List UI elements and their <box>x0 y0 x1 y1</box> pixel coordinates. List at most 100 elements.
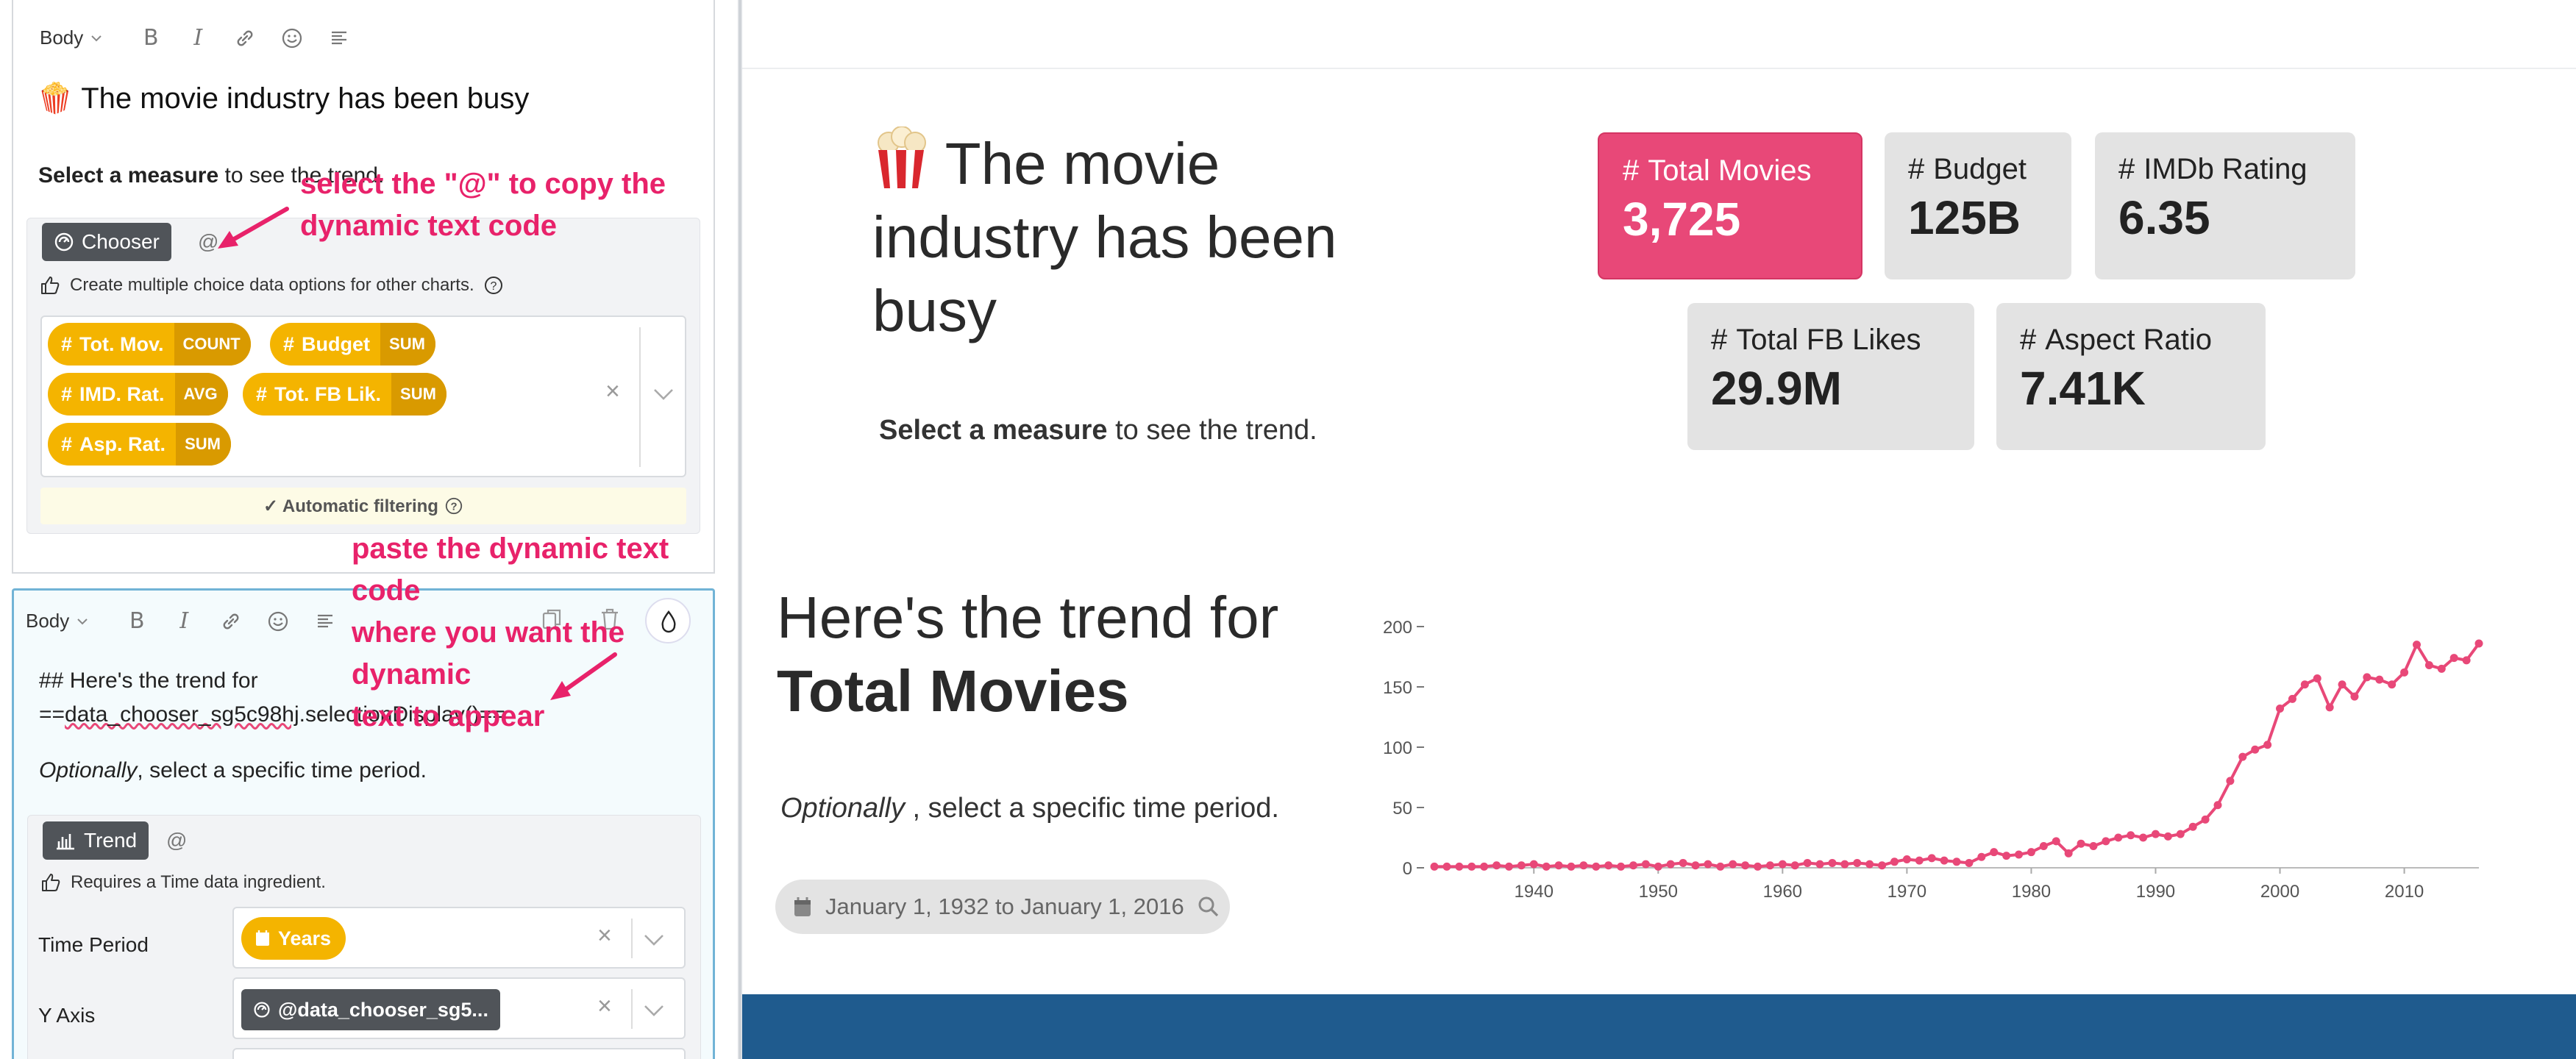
chooser-hint-text: Create multiple choice data options for … <box>70 275 474 295</box>
data-point <box>1492 861 1501 870</box>
kpi-value: 3,725 <box>1623 193 1741 246</box>
align-button[interactable] <box>316 29 363 48</box>
data-point <box>2102 837 2110 846</box>
data-point <box>2064 849 2073 857</box>
measure-pill[interactable]: # Tot. FB Lik. SUM <box>243 373 446 416</box>
data-point <box>1666 860 1675 869</box>
clear-icon[interactable]: × <box>605 377 620 406</box>
copy-code-at-button[interactable]: @ <box>166 829 187 852</box>
time-period-pill[interactable]: Years <box>241 917 346 960</box>
kpi-label: IMDb Rating <box>2143 153 2308 185</box>
text-style-label: Body <box>40 26 84 49</box>
data-point <box>2263 741 2272 749</box>
emoji-button[interactable] <box>268 27 316 49</box>
help-icon[interactable]: ? <box>483 275 504 296</box>
select-divider <box>639 327 641 467</box>
italic-button[interactable]: I <box>174 25 221 51</box>
kpi-label: Total Movies <box>1648 154 1812 187</box>
trend-chip[interactable]: Trend <box>43 821 149 860</box>
chevron-down-icon[interactable] <box>652 388 675 401</box>
link-button[interactable] <box>207 610 255 632</box>
data-point <box>2474 639 2483 648</box>
chevron-down-icon[interactable] <box>643 1004 665 1017</box>
editor-panel: Body B I 🍿 The movie industry has been b… <box>0 0 738 1059</box>
chevron-down-icon[interactable] <box>643 933 665 946</box>
kpi-card-total-movies[interactable]: # Total Movies 3,725 <box>1598 132 1862 279</box>
data-point <box>1902 855 1911 864</box>
align-button[interactable] <box>302 612 349 631</box>
bold-button[interactable]: B <box>113 608 160 634</box>
x-tick-label: 1970 <box>1887 882 1926 902</box>
clear-icon[interactable]: × <box>597 992 612 1021</box>
data-point <box>1890 857 1899 866</box>
data-point <box>1517 861 1526 870</box>
panel-divider[interactable] <box>738 0 742 1059</box>
data-point <box>1542 862 1551 871</box>
data-point <box>1467 862 1476 871</box>
annotation-copy: select the "@" to copy the dynamic text … <box>300 168 666 242</box>
chooser-icon <box>254 1002 270 1018</box>
kpi-value: 7.41K <box>2020 362 2146 415</box>
kpi-card-aspect-ratio[interactable]: # Aspect Ratio 7.41K <box>1996 303 2266 450</box>
data-point <box>2039 841 2048 850</box>
editor-block-chooser[interactable]: Body B I 🍿 The movie industry has been b… <box>12 0 715 574</box>
kpi-card-total-fb-likes[interactable]: # Total FB Likes 29.9M <box>1687 303 1974 450</box>
data-point <box>2412 641 2421 649</box>
clear-icon[interactable]: × <box>597 921 612 950</box>
data-point <box>1765 861 1774 870</box>
search-icon[interactable] <box>1198 896 1220 918</box>
emoji-button[interactable] <box>255 610 302 632</box>
bold-icon: B <box>143 25 159 51</box>
chevron-down-icon <box>77 618 88 624</box>
x-tick-label: 2010 <box>2385 882 2424 902</box>
y-axis-chip[interactable]: @data_chooser_sg5... <box>241 989 500 1030</box>
link-button[interactable] <box>221 27 268 49</box>
data-point <box>2449 654 2458 663</box>
data-point <box>2363 673 2372 682</box>
y-axis-select[interactable]: @data_chooser_sg5... × <box>232 977 686 1039</box>
data-point <box>1778 860 1787 869</box>
automatic-filtering-label: ✓ Automatic filtering <box>263 496 438 516</box>
series-line <box>1434 642 2480 869</box>
italic-button[interactable]: I <box>160 608 207 634</box>
text-style-dropdown[interactable]: Body <box>26 610 88 632</box>
hash-icon: # <box>1908 153 1925 185</box>
data-point <box>2027 848 2035 857</box>
data-point <box>1629 861 1637 870</box>
annotation-paste: paste the dynamic text code where you wa… <box>352 532 669 732</box>
paragraph-bold: Select a measure <box>38 163 219 188</box>
data-point <box>1940 856 1949 865</box>
measure-pill[interactable]: # Budget SUM <box>270 323 435 366</box>
data-point <box>1430 862 1439 871</box>
next-field-select[interactable] <box>232 1048 686 1059</box>
bold-button[interactable]: B <box>127 25 174 51</box>
hash-icon: # <box>2020 324 2037 356</box>
data-point <box>1654 862 1662 871</box>
italic-icon: I <box>179 608 189 634</box>
data-point <box>2325 703 2334 712</box>
data-point <box>1803 858 1812 867</box>
data-point <box>2400 668 2409 677</box>
time-period-select[interactable]: Years × <box>232 907 686 969</box>
measure-pill[interactable]: # Asp. Rat. SUM <box>48 423 231 466</box>
date-range-filter[interactable]: January 1, 1932 to January 1, 2016 <box>775 880 1230 934</box>
data-point <box>2300 680 2309 689</box>
text-style-dropdown[interactable]: Body <box>40 26 102 49</box>
select-divider <box>631 989 633 1029</box>
measure-select[interactable]: # Tot. Mov. COUNT # Budget SUM # IMD. Rat. AVG… <box>40 315 686 477</box>
data-point <box>1567 862 1576 871</box>
data-point <box>2238 752 2247 761</box>
x-tick-label: 1940 <box>1515 882 1554 902</box>
data-point <box>1853 858 1862 867</box>
chooser-chip[interactable]: Chooser <box>42 223 171 261</box>
data-point <box>1617 862 1626 871</box>
kpi-card-budget[interactable]: # Budget 125B <box>1885 132 2071 279</box>
automatic-filtering[interactable]: ✓ Automatic filtering ? <box>40 488 686 524</box>
measure-pill[interactable]: # IMD. Rat. AVG <box>48 373 228 416</box>
data-point <box>1952 857 1961 866</box>
measure-pill[interactable]: # Tot. Mov. COUNT <box>48 323 251 366</box>
help-icon[interactable]: ? <box>444 496 463 516</box>
preview-title-text: The movie industry has been busy <box>872 131 1337 343</box>
y-tick-label: 50 <box>1392 799 1412 819</box>
kpi-card-imdb-rating[interactable]: # IMDb Rating 6.35 <box>2095 132 2355 279</box>
